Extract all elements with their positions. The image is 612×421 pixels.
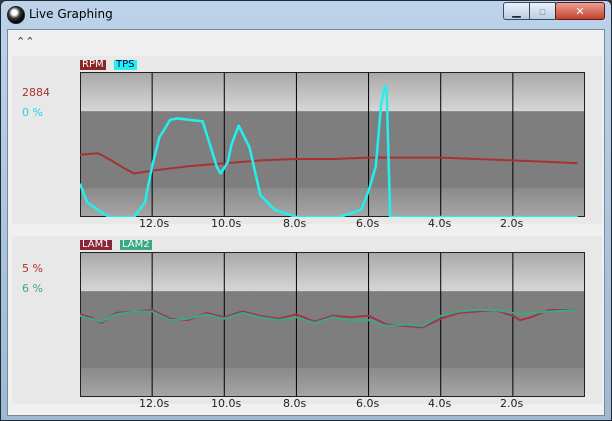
minimize-button[interactable]: ▁ <box>503 2 530 20</box>
plot-band-lower <box>80 188 585 217</box>
title-bar[interactable]: Live Graphing ▁ ▫ ✕ <box>1 1 611 29</box>
plot-band-middle <box>80 291 585 368</box>
x-tick: 6.0s <box>356 397 380 410</box>
app-icon <box>7 6 25 24</box>
lam2-readout: 6 % <box>22 282 43 295</box>
lambda-chart <box>80 252 585 397</box>
x-tick: 12.0s <box>139 397 170 410</box>
collapse-icon[interactable]: ⌃⌃ <box>16 36 34 47</box>
x-tick: 2.0s <box>500 217 524 230</box>
legend-tps: TPS <box>114 59 137 70</box>
rpm-tps-panel: 2884 0 % RPM TPS 12.0s 10.0s 8.0s 6.0s 4… <box>12 56 602 230</box>
legend-rpm: RPM <box>80 59 106 70</box>
plot-band-upper <box>80 252 585 292</box>
x-tick: 10.0s <box>211 217 242 230</box>
plot-band-upper <box>80 72 585 112</box>
plot-band-lower <box>80 368 585 397</box>
close-button[interactable]: ✕ <box>555 2 605 20</box>
maximize-button[interactable]: ▫ <box>529 2 556 20</box>
x-tick: 4.0s <box>428 217 452 230</box>
x-tick: 2.0s <box>500 397 524 410</box>
lam1-readout: 5 % <box>22 262 43 275</box>
lambda-panel: 5 % 6 % LAM1 LAM2 12.0s 10.0s 8.0s 6.0s … <box>12 236 602 410</box>
rpm-readout: 2884 <box>22 86 50 99</box>
x-tick: 8.0s <box>283 217 307 230</box>
tps-readout: 0 % <box>22 106 43 119</box>
rpm-tps-chart <box>80 72 585 217</box>
live-graphing-window: Live Graphing ▁ ▫ ✕ ⌃⌃ 2884 0 % RPM TPS … <box>0 0 612 421</box>
client-area: ⌃⌃ 2884 0 % RPM TPS 12.0s 10.0s 8.0s 6.0… <box>7 29 605 416</box>
x-tick: 12.0s <box>139 217 170 230</box>
legend-lam2: LAM2 <box>120 239 152 250</box>
x-tick: 8.0s <box>283 397 307 410</box>
x-tick: 6.0s <box>356 217 380 230</box>
x-tick: 10.0s <box>211 397 242 410</box>
window-title: Live Graphing <box>29 7 113 21</box>
x-tick: 4.0s <box>428 397 452 410</box>
legend-lam1: LAM1 <box>80 239 112 250</box>
